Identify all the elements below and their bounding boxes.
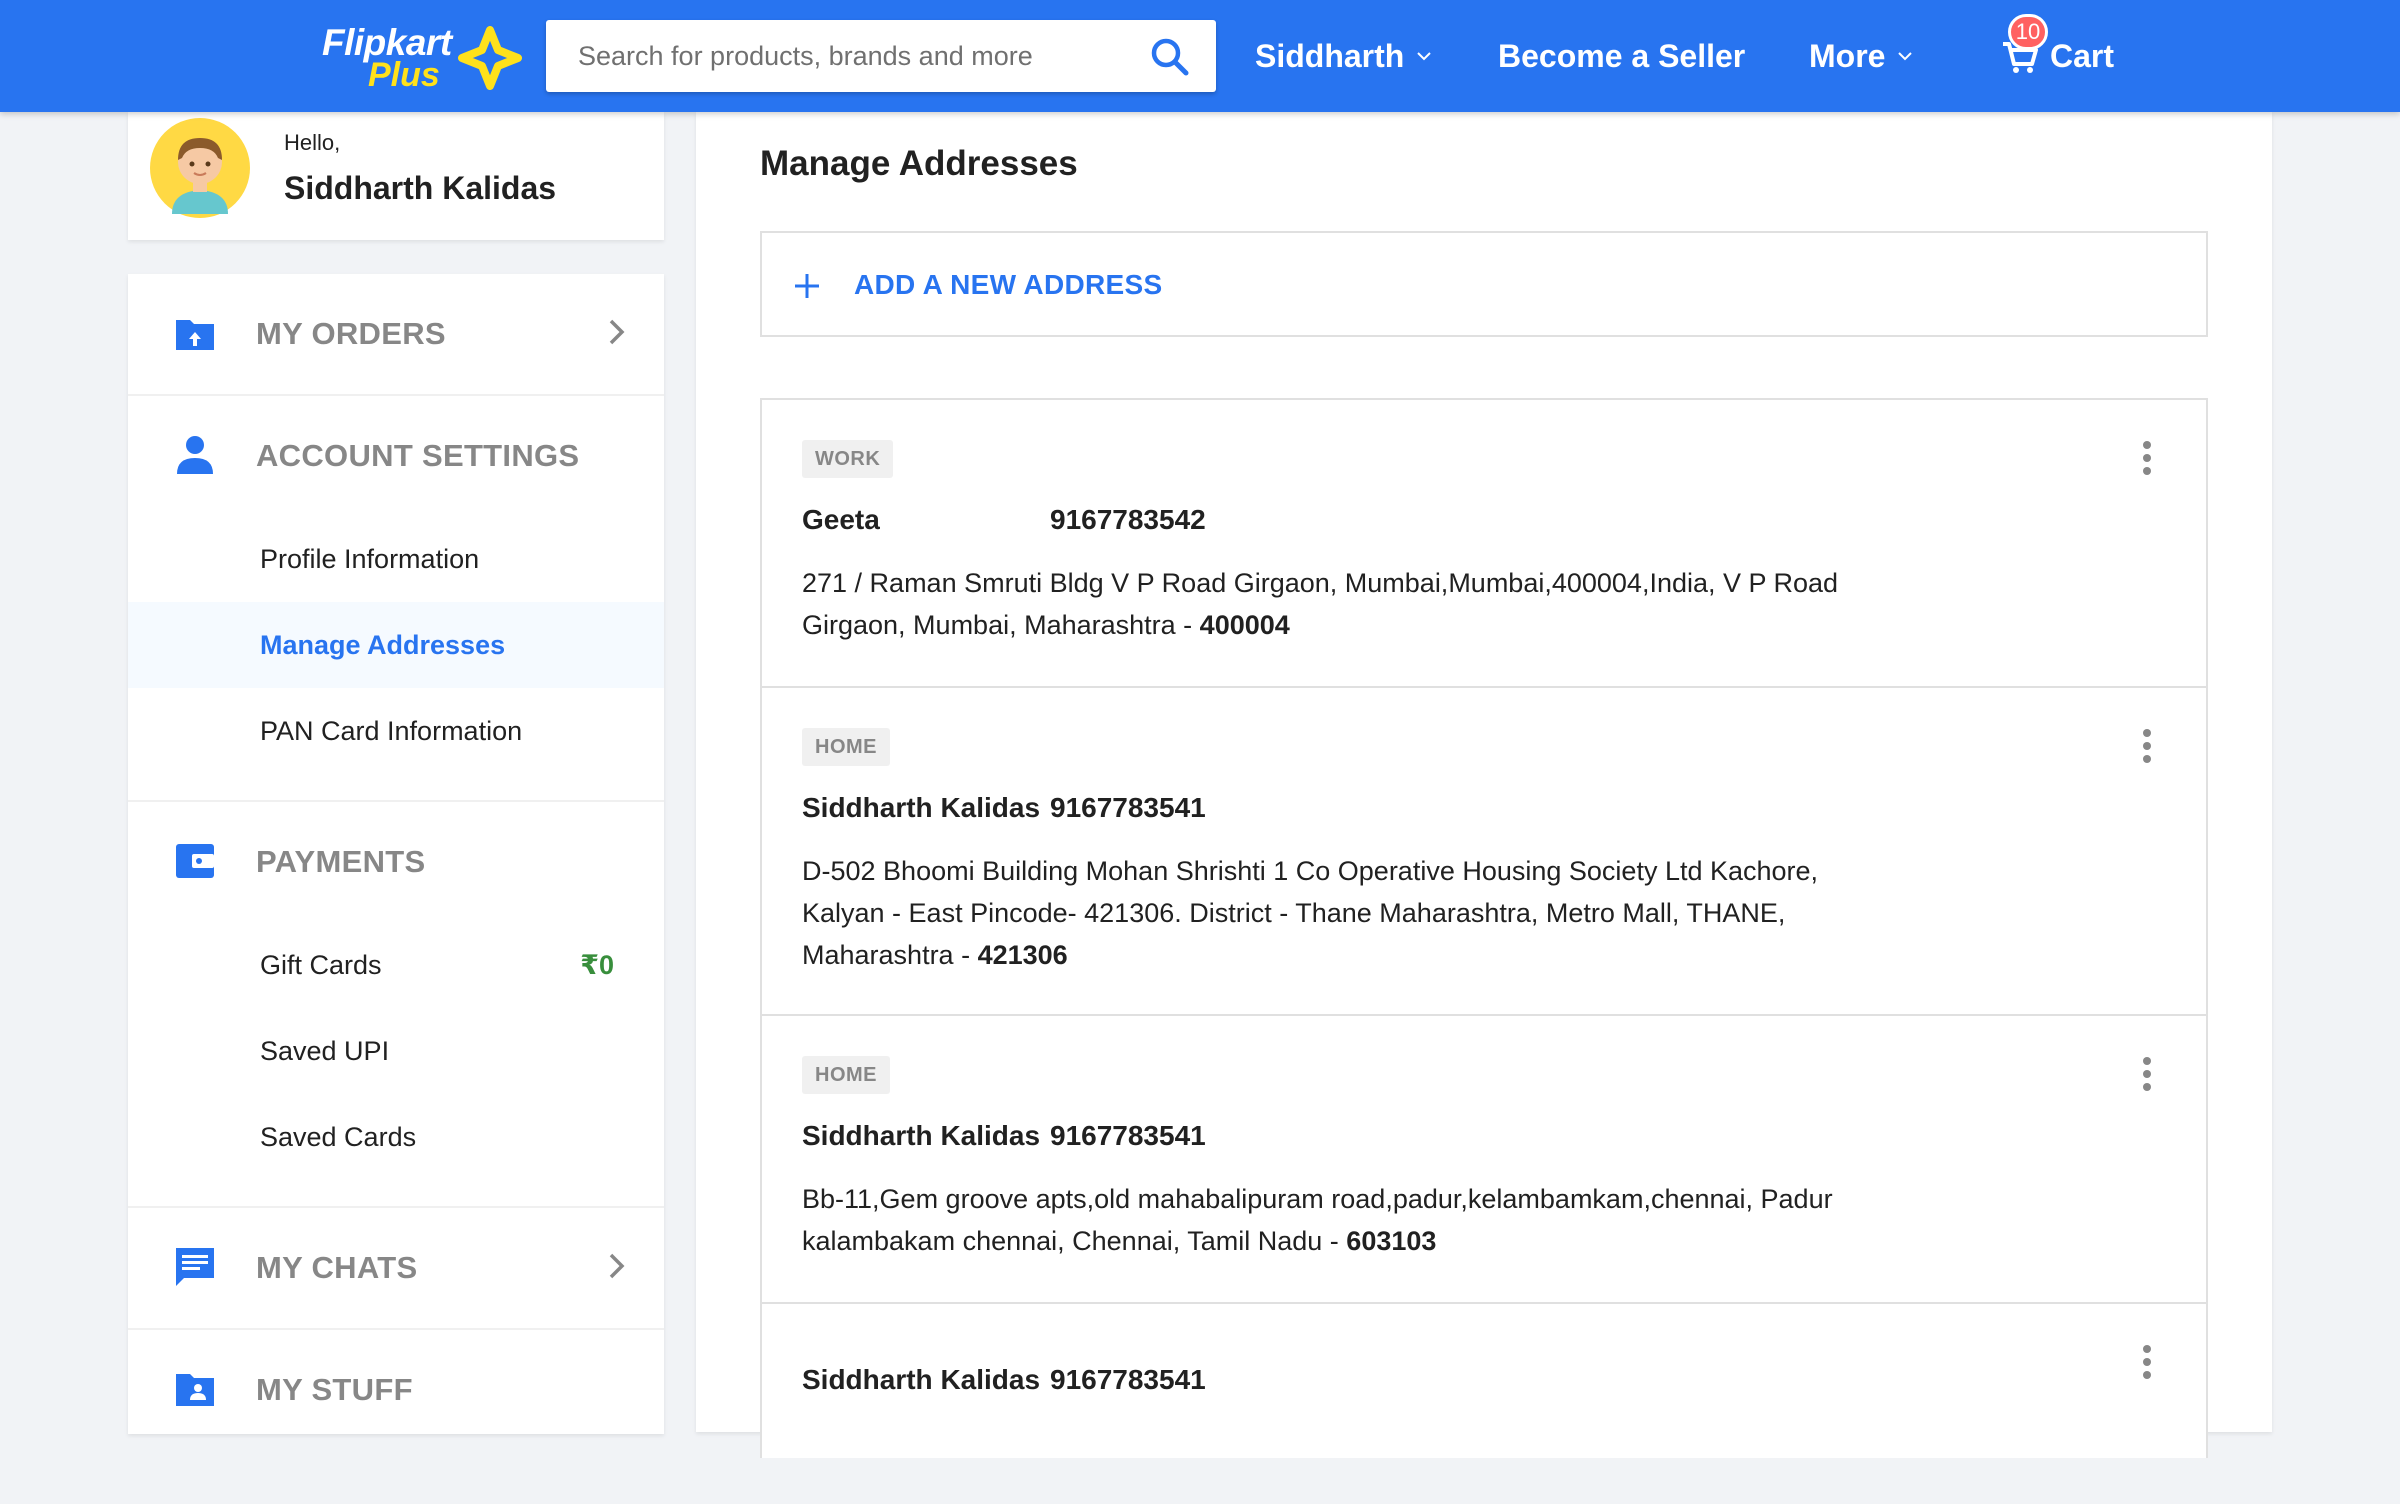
search-bar	[546, 20, 1216, 92]
sidebar-my-orders[interactable]: MY ORDERS	[128, 274, 664, 394]
avatar	[150, 118, 250, 218]
sidebar-my-stuff: MY STUFF	[128, 1330, 664, 1450]
sidebar-account-settings: ACCOUNT SETTINGS	[128, 396, 664, 516]
user-menu[interactable]: Siddharth	[1255, 34, 1432, 78]
more-options-icon[interactable]	[2140, 440, 2154, 476]
plus-star-icon	[458, 26, 522, 90]
address-pincode: 421306	[977, 940, 1068, 970]
sidebar-my-chats[interactable]: MY CHATS	[128, 1208, 664, 1328]
sidebar-item-saved-cards[interactable]: Saved Cards	[128, 1094, 664, 1180]
account-sidebar: MY ORDERS ACCOUNT SETTINGS Profile Infor…	[128, 274, 664, 1434]
address-name: Siddharth Kalidas	[802, 1120, 1041, 1151]
address-line: Bb-11,Gem groove apts,old mahabalipuram …	[802, 1184, 1833, 1256]
more-options-icon[interactable]	[2140, 1344, 2154, 1380]
address-line: D-502 Bhoomi Building Mohan Shrishti 1 C…	[802, 856, 1819, 970]
sidebar-my-orders-title: MY ORDERS	[256, 316, 446, 351]
sidebar-item-pan-card-information[interactable]: PAN Card Information	[128, 688, 664, 774]
address-text: 271 / Raman Smruti Bldg V P Road Girgaon…	[802, 562, 1882, 646]
flipkart-plus-logo[interactable]: Flipkart Plus	[318, 20, 528, 94]
add-new-address-label: ADD A NEW ADDRESS	[854, 269, 1163, 300]
sidebar-my-stuff-title: MY STUFF	[256, 1372, 413, 1407]
sidebar-account-settings-title: ACCOUNT SETTINGS	[256, 438, 580, 473]
cart-label: Cart	[2050, 37, 2115, 74]
address-card: HOME Siddharth Kalidas 9167783541 D-502 …	[762, 688, 2206, 1016]
top-header: Flipkart Plus Siddharth Become a Seller …	[0, 0, 2400, 112]
address-name: Geeta	[802, 504, 880, 535]
more-menu-label: More	[1809, 37, 1886, 74]
more-options-icon[interactable]	[2140, 1056, 2154, 1092]
orders-icon	[176, 320, 214, 350]
sidebar-payments-title: PAYMENTS	[256, 844, 426, 879]
add-new-address-button[interactable]: ADD A NEW ADDRESS	[760, 231, 2208, 337]
person-icon	[177, 436, 213, 474]
sidebar-item-profile-information[interactable]: Profile Information	[128, 516, 664, 602]
logo-plus-text: Plus	[368, 56, 440, 94]
chevron-right-icon	[609, 1253, 625, 1279]
search-icon[interactable]	[1150, 37, 1190, 77]
plus-icon	[795, 274, 819, 298]
sidebar-item-saved-upi[interactable]: Saved UPI	[128, 1008, 664, 1094]
become-seller-link[interactable]: Become a Seller	[1498, 34, 1745, 78]
address-type-badge: HOME	[802, 1056, 890, 1094]
address-list: WORK Geeta 9167783542 271 / Raman Smruti…	[760, 398, 2208, 1458]
address-type-badge: WORK	[802, 440, 894, 478]
address-text: Bb-11,Gem groove apts,old mahabalipuram …	[802, 1178, 1882, 1262]
address-name: Siddharth Kalidas	[802, 792, 1041, 823]
gift-card-balance: ₹0	[580, 949, 614, 980]
cart-count-badge: 10	[2008, 14, 2048, 50]
greeting-label: Hello,	[284, 130, 341, 155]
gift-cards-label: Gift Cards	[260, 949, 382, 980]
search-input[interactable]	[546, 20, 1146, 92]
folder-icon	[176, 1374, 214, 1406]
address-line: 271 / Raman Smruti Bldg V P Road Girgaon…	[802, 568, 1839, 640]
address-phone: 9167783541	[1050, 1364, 1206, 1395]
become-seller-label: Become a Seller	[1498, 37, 1746, 74]
page-title: Manage Addresses	[760, 144, 1078, 183]
chevron-down-icon	[1898, 52, 1913, 61]
manage-addresses-panel: Manage Addresses ADD A NEW ADDRESS WORK …	[696, 112, 2272, 1458]
address-card: Siddharth Kalidas 9167783541	[762, 1304, 2206, 1504]
address-pincode: 400004	[1199, 610, 1290, 640]
chevron-right-icon	[609, 319, 625, 345]
address-phone: 9167783541	[1050, 792, 1206, 823]
user-name: Siddharth Kalidas	[284, 170, 557, 206]
address-card: HOME Siddharth Kalidas 9167783541 Bb-11,…	[762, 1016, 2206, 1304]
more-menu[interactable]: More	[1809, 34, 1913, 78]
address-text: D-502 Bhoomi Building Mohan Shrishti 1 C…	[802, 850, 1882, 976]
address-pincode: 603103	[1346, 1226, 1437, 1256]
address-name: Siddharth Kalidas	[802, 1364, 1041, 1395]
address-phone: 9167783542	[1050, 504, 1206, 535]
chat-icon	[176, 1248, 214, 1286]
sidebar-my-chats-title: MY CHATS	[256, 1250, 418, 1285]
address-phone: 9167783541	[1050, 1120, 1206, 1151]
greeting-card: Hello, Siddharth Kalidas	[128, 112, 664, 240]
sidebar-payments: PAYMENTS	[128, 802, 664, 922]
wallet-icon	[176, 844, 214, 878]
more-options-icon[interactable]	[2140, 728, 2154, 764]
sidebar-item-gift-cards[interactable]: Gift Cards ₹0	[128, 922, 664, 1008]
user-menu-label: Siddharth	[1255, 37, 1405, 74]
address-card: WORK Geeta 9167783542 271 / Raman Smruti…	[762, 400, 2206, 688]
address-type-badge: HOME	[802, 728, 890, 766]
chevron-down-icon	[1417, 52, 1432, 61]
sidebar-item-manage-addresses[interactable]: Manage Addresses	[128, 602, 664, 688]
